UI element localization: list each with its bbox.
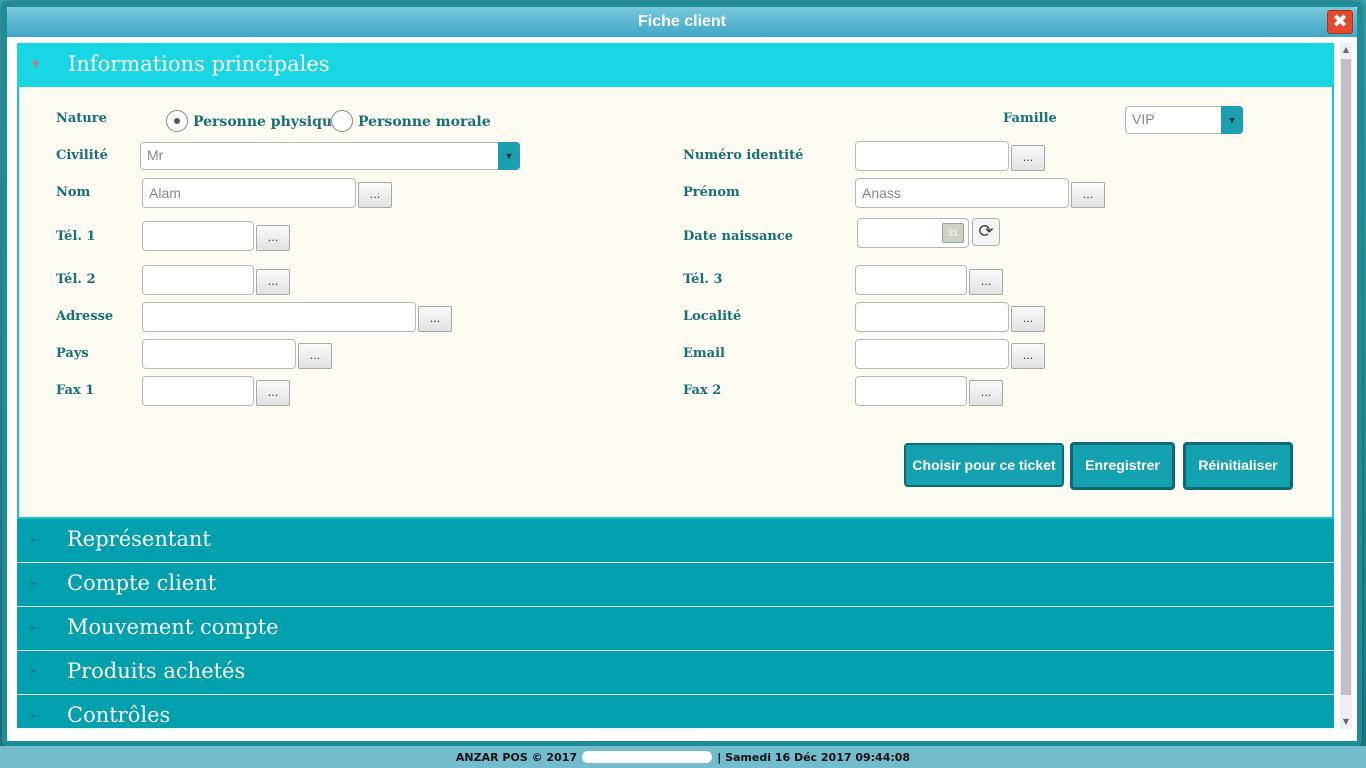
scrollbar-thumb[interactable] xyxy=(1341,59,1351,695)
tel2-label: Tél. 2 xyxy=(56,272,96,287)
section-label: Produits achetés xyxy=(67,659,246,683)
date-naissance-label: Date naissance xyxy=(683,229,794,244)
dialog-title: Fiche client xyxy=(637,13,727,30)
section-header-controles[interactable]: ▸ Contrôles xyxy=(17,695,1334,729)
pays-label: Pays xyxy=(56,346,89,361)
nom-input[interactable]: Alam xyxy=(142,178,356,208)
adresse-input[interactable] xyxy=(142,302,416,332)
localite-label: Localité xyxy=(683,309,742,324)
tel1-input[interactable] xyxy=(142,221,254,251)
section-label: Contrôles xyxy=(67,703,171,727)
prenom-input[interactable]: Anass xyxy=(855,178,1069,208)
numero-identite-label: Numéro identité xyxy=(683,148,804,163)
prenom-label: Prénom xyxy=(683,185,740,200)
scroll-down-arrow-icon[interactable]: ▼ xyxy=(1340,715,1352,729)
tel2-input[interactable] xyxy=(142,265,254,295)
fax2-input[interactable] xyxy=(855,376,967,406)
section-header-compte-client[interactable]: ▸ Compte client xyxy=(17,563,1334,607)
chevron-down-icon[interactable]: ▼ xyxy=(1221,106,1243,134)
caret-down-icon: ▼ xyxy=(32,60,39,70)
tel3-label: Tél. 3 xyxy=(683,272,723,287)
tel3-input[interactable] xyxy=(855,265,967,295)
famille-select[interactable]: VIP ▼ xyxy=(1125,106,1243,134)
dialog-titlebar: Fiche client ✖ xyxy=(7,7,1357,37)
section-label: Représentant xyxy=(67,527,211,551)
email-input[interactable] xyxy=(855,339,1009,369)
tel2-browse-button[interactable]: ... xyxy=(256,269,290,295)
fax1-input[interactable] xyxy=(142,376,254,406)
pays-input[interactable] xyxy=(142,339,296,369)
caret-right-icon: ▸ xyxy=(31,579,36,589)
localite-input[interactable] xyxy=(855,302,1009,332)
tel3-browse-button[interactable]: ... xyxy=(969,269,1003,295)
chevron-down-icon[interactable]: ▼ xyxy=(498,142,520,170)
radio-label-personne-physique: Personne physique xyxy=(193,114,341,130)
pays-browse-button[interactable]: ... xyxy=(298,343,332,369)
calendar-icon[interactable]: 31 xyxy=(942,223,964,243)
caret-right-icon: ▸ xyxy=(31,535,36,545)
section-label: Informations principales xyxy=(68,52,330,76)
vertical-scrollbar[interactable]: ▲ ▼ xyxy=(1340,43,1352,729)
fax2-label: Fax 2 xyxy=(683,383,722,398)
close-button[interactable]: ✖ xyxy=(1327,10,1353,34)
numero-identite-browse-button[interactable]: ... xyxy=(1011,145,1045,171)
civilite-label: Civilité xyxy=(56,148,108,163)
section-label: Mouvement compte xyxy=(67,615,279,639)
caret-right-icon: ▸ xyxy=(31,711,36,721)
save-button[interactable]: Enregistrer xyxy=(1070,442,1175,490)
caret-right-icon: ▸ xyxy=(31,623,36,633)
refresh-icon[interactable]: ⟳ xyxy=(972,218,1000,246)
section-header-informations-principales[interactable]: ▼ Informations principales xyxy=(17,43,1334,87)
adresse-label: Adresse xyxy=(56,309,114,324)
redacted-area xyxy=(582,750,713,763)
radio-label-personne-morale: Personne morale xyxy=(358,114,491,130)
email-browse-button[interactable]: ... xyxy=(1011,343,1045,369)
radio-personne-physique[interactable] xyxy=(166,110,188,132)
fax2-browse-button[interactable]: ... xyxy=(969,380,1003,406)
reset-button[interactable]: Réinitialiser xyxy=(1183,442,1293,490)
adresse-browse-button[interactable]: ... xyxy=(418,306,452,332)
email-label: Email xyxy=(683,346,725,361)
nom-label: Nom xyxy=(56,185,91,200)
civilite-value: Mr xyxy=(147,147,164,163)
client-dialog: Fiche client ✖ ▼ Informations principale… xyxy=(2,2,1362,746)
civilite-select[interactable]: Mr ▼ xyxy=(140,142,520,170)
status-bar: ANZAR POS © 2017 | Samedi 16 Déc 2017 09… xyxy=(0,746,1366,768)
footer-datetime: | Samedi 16 Déc 2017 09:44:08 xyxy=(717,751,911,764)
tel1-browse-button[interactable]: ... xyxy=(256,225,290,251)
accordion: ▼ Informations principales Nature Person… xyxy=(17,43,1334,729)
tel1-label: Tél. 1 xyxy=(56,229,96,244)
caret-right-icon: ▸ xyxy=(31,667,36,677)
fax1-label: Fax 1 xyxy=(56,383,95,398)
prenom-browse-button[interactable]: ... xyxy=(1071,182,1105,208)
numero-identite-input[interactable] xyxy=(855,141,1009,171)
fax1-browse-button[interactable]: ... xyxy=(256,380,290,406)
section-header-produits-achetes[interactable]: ▸ Produits achetés xyxy=(17,651,1334,695)
famille-label: Famille xyxy=(1003,111,1057,126)
localite-browse-button[interactable]: ... xyxy=(1011,306,1045,332)
scroll-up-arrow-icon[interactable]: ▲ xyxy=(1340,43,1352,57)
section-body-informations-principales: Nature Personne physique Personne morale… xyxy=(17,87,1334,519)
nature-label: Nature xyxy=(56,111,107,126)
section-header-mouvement-compte[interactable]: ▸ Mouvement compte xyxy=(17,607,1334,651)
nom-browse-button[interactable]: ... xyxy=(358,182,392,208)
famille-value: VIP xyxy=(1132,111,1155,127)
section-header-representant[interactable]: ▸ Représentant xyxy=(17,519,1334,563)
date-naissance-input[interactable]: 31 xyxy=(857,218,969,248)
section-label: Compte client xyxy=(67,571,217,595)
choose-for-ticket-button[interactable]: Choisir pour ce ticket xyxy=(904,443,1064,487)
radio-personne-morale[interactable] xyxy=(331,110,353,132)
footer-copyright: ANZAR POS © 2017 xyxy=(455,751,578,764)
